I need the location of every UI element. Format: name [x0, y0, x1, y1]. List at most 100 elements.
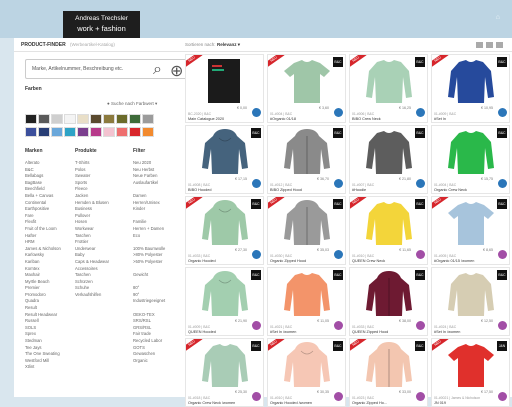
product-name[interactable]: Organic Zipped Hood	[270, 259, 306, 263]
filter-option[interactable]: Herren/Unisex	[133, 200, 165, 207]
color-swatch[interactable]	[38, 127, 50, 137]
product-name[interactable]: Organic Hooded /women	[270, 401, 312, 405]
product-image[interactable]	[362, 57, 416, 105]
filter-option[interactable]: Result Headwear	[25, 312, 61, 319]
filter-option[interactable]: Hafter	[25, 233, 61, 240]
filter-option[interactable]: Tee Jays	[25, 345, 61, 352]
filter-option[interactable]: Maxhair	[25, 272, 61, 279]
product-card[interactable]: NEU B&C € 27,30 01-#033 | B&C Organic Hooded	[185, 196, 264, 265]
brand-logo[interactable]: Andreas Trechsler work + fashion	[63, 11, 140, 38]
filter-option[interactable]: BagBase	[25, 180, 61, 187]
filter-option[interactable]: Myrtle Beach	[25, 279, 61, 286]
color-swatch[interactable]	[77, 127, 89, 137]
sort-select[interactable]: Relevanz ▾	[217, 38, 240, 52]
grid-view-icon[interactable]	[496, 42, 503, 48]
filter-option[interactable]: Karlowsky	[25, 252, 61, 259]
filter-option[interactable]: T-Shirts	[75, 160, 109, 167]
filter-option[interactable]: Sports	[75, 180, 109, 187]
product-card[interactable]: NEU B&C € 35,03 01-#030 | B&C Organic Zipped…	[267, 196, 346, 265]
compact-view-icon[interactable]	[486, 42, 493, 48]
color-swatch[interactable]	[129, 114, 141, 124]
color-swatch[interactable]	[142, 114, 154, 124]
filter-option[interactable]: Industriegeeignet	[133, 298, 165, 305]
color-swatch[interactable]	[142, 127, 154, 137]
product-image[interactable]	[362, 128, 416, 176]
color-swatch[interactable]	[116, 127, 128, 137]
product-name[interactable]: Organic Hooded	[188, 259, 216, 263]
color-swatch[interactable]	[77, 114, 89, 124]
filter-option[interactable]: Flexfit	[25, 219, 61, 226]
filter-option[interactable]: Polos	[75, 167, 109, 174]
filter-option[interactable]: 100% Baumwolle	[133, 246, 165, 253]
product-image[interactable]	[280, 199, 334, 247]
filter-option[interactable]: Premier	[25, 285, 61, 292]
product-card[interactable]: NEU B&C € 16,25 01-#006 | B&C BIBO Crew Neck	[349, 54, 428, 123]
filter-option[interactable]: Neu Herbst	[133, 167, 165, 174]
product-card[interactable]: B&C € 17,15 01-#008 | B&C BIBO Hooded	[185, 125, 264, 194]
filter-option[interactable]: Promodoro	[25, 292, 61, 299]
color-swatch[interactable]	[64, 114, 76, 124]
filter-option[interactable]: SOLS	[25, 325, 61, 332]
color-search-link[interactable]: ● Suche nach Farbwert ▾	[107, 101, 157, 107]
filter-option[interactable]: Result	[25, 305, 61, 312]
filter-option[interactable]: Business	[75, 206, 109, 213]
product-image[interactable]	[444, 199, 498, 247]
color-swatch[interactable]	[129, 127, 141, 137]
product-name[interactable]: JN 019	[434, 401, 446, 405]
filter-option[interactable]: Sprex	[25, 331, 61, 338]
filter-option[interactable]: Pullover	[75, 213, 109, 220]
product-name[interactable]: #Organic 01/18	[270, 117, 296, 121]
filter-option[interactable]: Fruit of the Loom	[25, 226, 61, 233]
product-name[interactable]: Organic Zipped Ho...	[352, 401, 387, 405]
filter-option[interactable]: Beechfield	[25, 186, 61, 193]
filter-option[interactable]: >80% Polyester	[133, 252, 165, 259]
filter-option[interactable]: Schürzen	[75, 279, 109, 286]
product-card[interactable]: NEU € 0,00 BC-2020 | B&C Main Catalogue 202…	[185, 54, 264, 123]
filter-option[interactable]: Accessoires	[75, 266, 109, 273]
filter-option[interactable]: Underwear	[75, 246, 109, 253]
filter-option[interactable]: Familie	[133, 219, 165, 226]
filter-option[interactable]: Recycled Labor	[133, 338, 165, 345]
product-name[interactable]: BIBO Hooded	[188, 188, 211, 192]
filter-option[interactable]: Taschen	[75, 233, 109, 240]
product-image[interactable]	[280, 128, 334, 176]
filter-option[interactable]: Jacken	[75, 193, 109, 200]
product-image[interactable]	[280, 270, 334, 318]
color-swatch[interactable]	[38, 114, 50, 124]
search-icon[interactable]: ⌕	[153, 61, 162, 79]
filter-option[interactable]: >50% Polyester	[133, 259, 165, 266]
product-name[interactable]: #Set In /women	[434, 330, 460, 334]
filter-option[interactable]: Schuhe	[75, 285, 109, 292]
filter-option[interactable]: The One Sweating	[25, 351, 61, 358]
product-name[interactable]: #Set In /women	[270, 330, 296, 334]
filter-option[interactable]: Russell	[25, 318, 61, 325]
product-image[interactable]	[444, 270, 498, 318]
filter-option[interactable]: 90°	[133, 292, 165, 299]
product-card[interactable]: B&C € 15,75 01-#004 | B&C Organic Crew Neck	[431, 125, 510, 194]
product-name[interactable]: Organic Crew Neck /women	[188, 401, 235, 405]
filter-option[interactable]: Fleece	[75, 186, 109, 193]
product-card[interactable]: B&C € 21,90 01-#009 | B&C QUEEN Hooded	[185, 267, 264, 336]
filter-option[interactable]: Hemden & Blusen	[75, 200, 109, 207]
filter-option[interactable]: Taschen	[75, 272, 109, 279]
filter-option[interactable]: Bella + Canvas	[25, 193, 61, 200]
filter-option[interactable]: Neue Farben	[133, 173, 165, 180]
filter-option[interactable]: Sweater	[75, 173, 109, 180]
product-card[interactable]: B&C € 11,05 01-#021 | B&C #Set In /women	[267, 267, 346, 336]
product-image[interactable]	[198, 57, 252, 105]
search-input[interactable]: Marke, Artikelnummer, Beschreibung etc.	[25, 59, 187, 79]
filter-option[interactable]: Damen	[133, 193, 165, 200]
product-image[interactable]	[280, 341, 334, 389]
filter-option[interactable]: OEKO-TEX	[133, 312, 165, 319]
filter-option[interactable]: GRS/RSL	[133, 325, 165, 332]
color-swatch[interactable]	[64, 127, 76, 137]
color-swatch[interactable]	[25, 114, 37, 124]
filter-option[interactable]: Neu 2020	[133, 160, 165, 167]
filter-option[interactable]: Quadra	[25, 298, 61, 305]
filter-option[interactable]: Baby	[75, 252, 109, 259]
product-image[interactable]	[444, 128, 498, 176]
product-card[interactable]: NEU B&C € 8,65 01-#005 | B&C #Organic 01/15 …	[431, 196, 510, 265]
product-name[interactable]: #Organic 01/15 /women	[434, 259, 474, 263]
home-icon[interactable]: ⌂	[496, 14, 500, 21]
filter-option[interactable]: HRM	[25, 239, 61, 246]
